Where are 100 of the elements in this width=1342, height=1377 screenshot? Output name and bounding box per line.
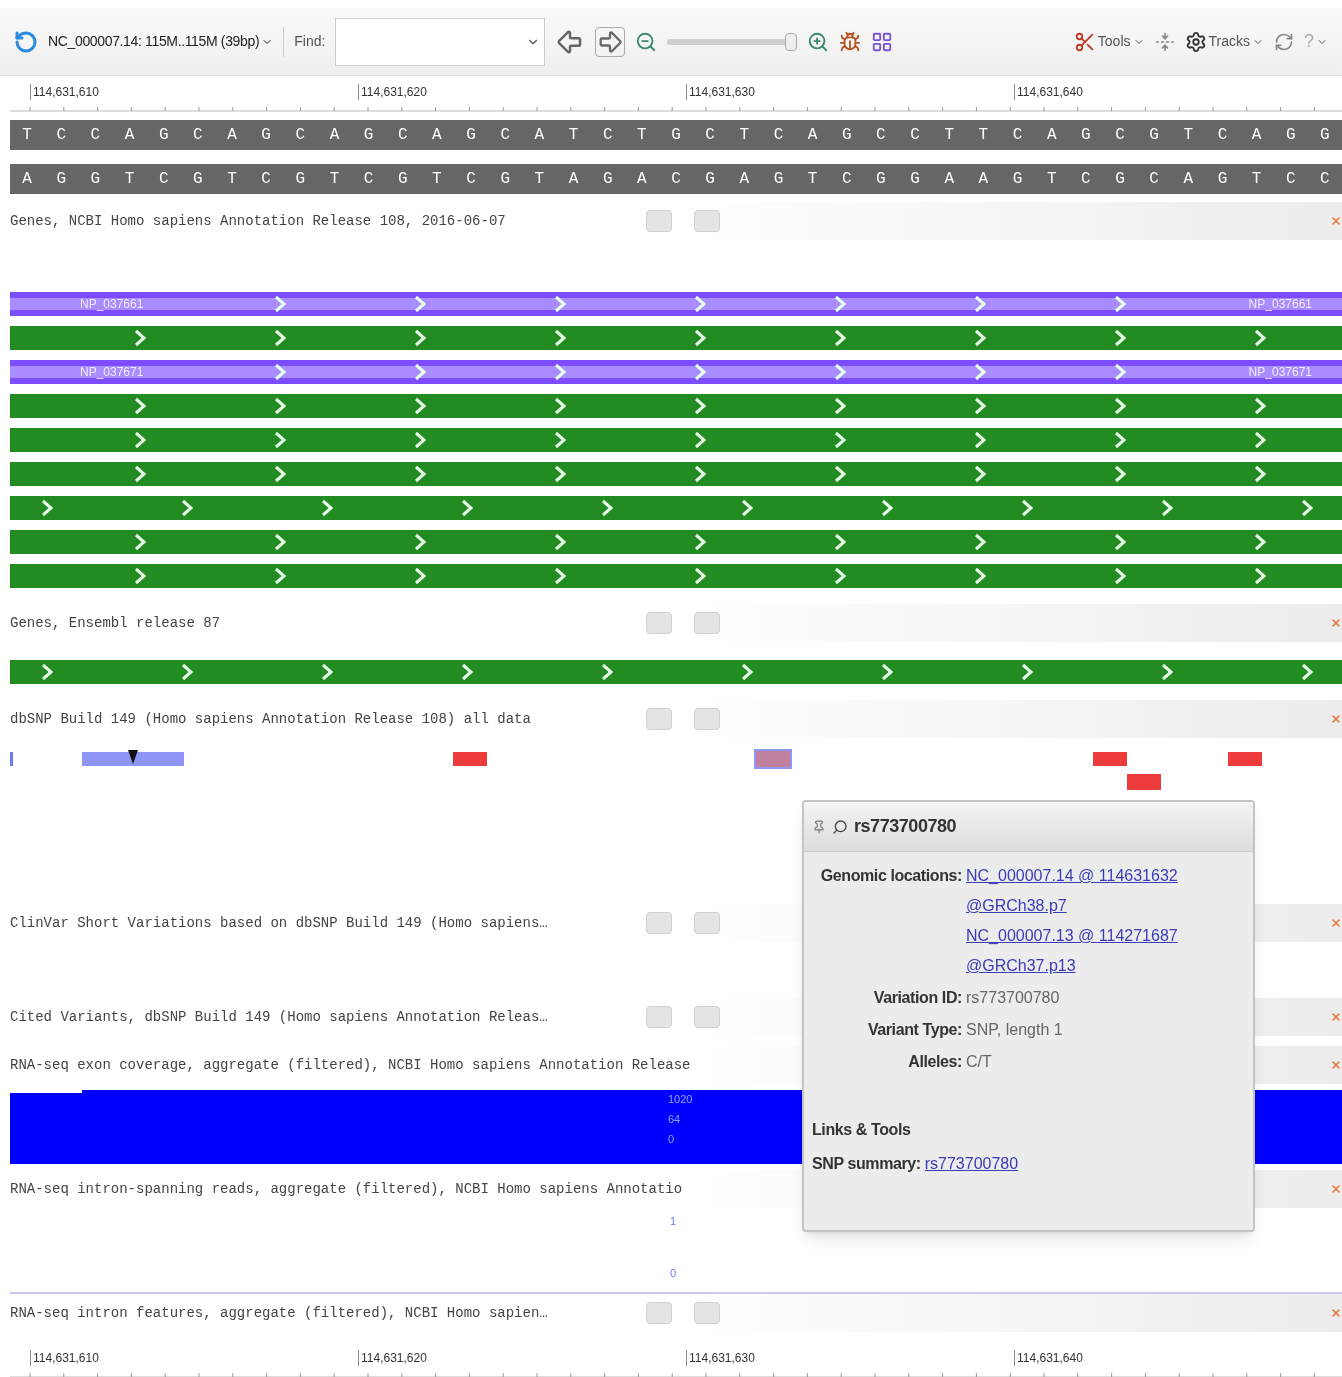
close-icon[interactable] <box>1330 917 1342 929</box>
pin-icon[interactable] <box>812 819 826 834</box>
track-title: Genes, NCBI Homo sapiens Annotation Release 108, 2016-06-07 <box>10 211 506 231</box>
base-letter: A <box>806 125 819 146</box>
gene-feature-bar[interactable] <box>10 394 1342 418</box>
axis-label: 1 <box>670 1214 677 1228</box>
base-letter: T <box>977 125 990 146</box>
base-letter: C <box>260 169 272 190</box>
axis-label: 0 <box>670 1266 677 1280</box>
gene-feature-bar[interactable] <box>10 564 1342 588</box>
track-option-button[interactable] <box>646 1302 672 1324</box>
base-letter: G <box>499 169 511 190</box>
grid-icon[interactable] <box>871 30 894 53</box>
track-option-button[interactable] <box>646 708 672 730</box>
base-letter: C <box>875 125 887 146</box>
axis-label: 0 <box>668 1132 676 1146</box>
location-link[interactable]: @GRCh37.p13 <box>966 954 1245 978</box>
close-icon[interactable] <box>1330 215 1342 227</box>
summary-link[interactable]: rs773700780 <box>924 1152 1019 1176</box>
track-option-button[interactable] <box>646 1006 672 1028</box>
base-letter: T <box>636 125 648 146</box>
track-option-button[interactable] <box>646 912 672 934</box>
base-letter: T <box>328 169 341 190</box>
close-icon[interactable] <box>1330 1059 1342 1071</box>
base-letter: C <box>1319 169 1331 190</box>
base-letter: A <box>1182 169 1195 190</box>
scissors-icon <box>1073 30 1096 53</box>
base-letter: A <box>533 125 546 146</box>
collapse-icon[interactable] <box>1154 31 1175 52</box>
track-option-button[interactable] <box>694 210 720 232</box>
base-letter: G <box>704 169 716 190</box>
field-label: Variant Type: <box>866 1020 962 1040</box>
base-letter: A <box>943 169 955 190</box>
gene-feature-bar[interactable] <box>10 428 1342 452</box>
base-letter: T <box>21 125 33 146</box>
track-title: Genes, Ensembl release 87 <box>10 613 221 633</box>
close-icon[interactable] <box>1330 1307 1342 1319</box>
base-letter: G <box>1216 169 1229 190</box>
tracks-menu-button[interactable]: Tracks <box>1184 30 1264 53</box>
base-letter: G <box>89 169 102 190</box>
gene-feature-bar[interactable] <box>10 496 1342 520</box>
gene-feature-bar[interactable] <box>10 660 1342 684</box>
field-label: SNP summary: <box>812 1154 921 1174</box>
base-letter: C <box>601 125 614 146</box>
base-letter: T <box>567 125 580 146</box>
track-option-button[interactable] <box>694 1006 720 1028</box>
base-letter: G <box>1148 125 1160 146</box>
feature-label: NP_037671 <box>80 364 144 380</box>
base-letter: C <box>1011 125 1024 146</box>
base-letter: G <box>55 169 67 190</box>
track-title: RNA-seq intron-spanning reads, aggregate (filtered), NCBI Homo sapiens Annotatio <box>10 1179 683 1199</box>
axis-label: 64 <box>668 1112 682 1126</box>
base-letter: T <box>226 169 238 190</box>
tools-menu-button[interactable]: Tools <box>1073 30 1145 53</box>
field-label: Variation ID: <box>872 988 962 1008</box>
track-option-button[interactable] <box>694 912 720 934</box>
ruler-label: 114,631,640 <box>1014 1350 1342 1366</box>
axis-label: 1020 <box>668 1092 693 1106</box>
zoom-slider[interactable] <box>667 32 798 51</box>
close-icon[interactable] <box>1330 1011 1342 1023</box>
base-letter: C <box>396 125 409 146</box>
gene-feature-bar[interactable] <box>10 530 1342 554</box>
track-option-button[interactable] <box>646 612 672 634</box>
base-letter: G <box>157 125 170 146</box>
field-label: Genomic locations: <box>819 866 962 886</box>
find-label: Find: <box>294 32 326 51</box>
base-letter: T <box>123 169 136 190</box>
base-letter: C <box>1114 125 1126 146</box>
track-option-button[interactable] <box>694 708 720 730</box>
track-option-button[interactable] <box>646 210 672 232</box>
find-field[interactable] <box>335 17 546 66</box>
base-letter: G <box>1284 125 1297 146</box>
field-value: C/T <box>966 1052 993 1072</box>
close-icon[interactable] <box>1330 1183 1342 1195</box>
refresh-icon[interactable] <box>1274 31 1294 52</box>
arrow-right-icon[interactable] <box>595 26 626 57</box>
location-link[interactable]: NC_000007.14 @ 114631632 <box>966 864 1245 888</box>
base-letter: G <box>465 125 477 146</box>
gene-feature-bar[interactable] <box>10 326 1342 350</box>
track-option-button[interactable] <box>694 612 720 634</box>
zoom-out-icon[interactable] <box>635 30 658 53</box>
gene-feature-bar[interactable] <box>10 462 1342 486</box>
location-link[interactable]: NC_000007.13 @ 114271687 <box>966 924 1245 948</box>
base-letter: G <box>1319 125 1331 146</box>
back-icon[interactable] <box>14 29 38 54</box>
base-letter: C <box>362 169 375 190</box>
location-link[interactable]: @GRCh38.p7 <box>966 894 1245 918</box>
track-option-button[interactable] <box>694 1302 720 1324</box>
ruler-label: 114,631,610 <box>30 1350 358 1366</box>
close-icon[interactable] <box>1330 713 1342 725</box>
bug-icon[interactable] <box>839 30 862 53</box>
ruler-label: 114,631,630 <box>686 1350 1014 1366</box>
location-dropdown[interactable]: NC_000007.14: 115M..115M (39bp) <box>48 31 274 52</box>
close-icon[interactable] <box>1330 617 1342 629</box>
search-icon[interactable] <box>832 818 848 835</box>
base-letter: G <box>772 169 785 190</box>
base-letter: C <box>55 125 67 146</box>
slider-thumb[interactable] <box>784 32 797 51</box>
base-letter: G <box>840 125 853 146</box>
zoom-in-icon[interactable] <box>807 30 830 53</box>
